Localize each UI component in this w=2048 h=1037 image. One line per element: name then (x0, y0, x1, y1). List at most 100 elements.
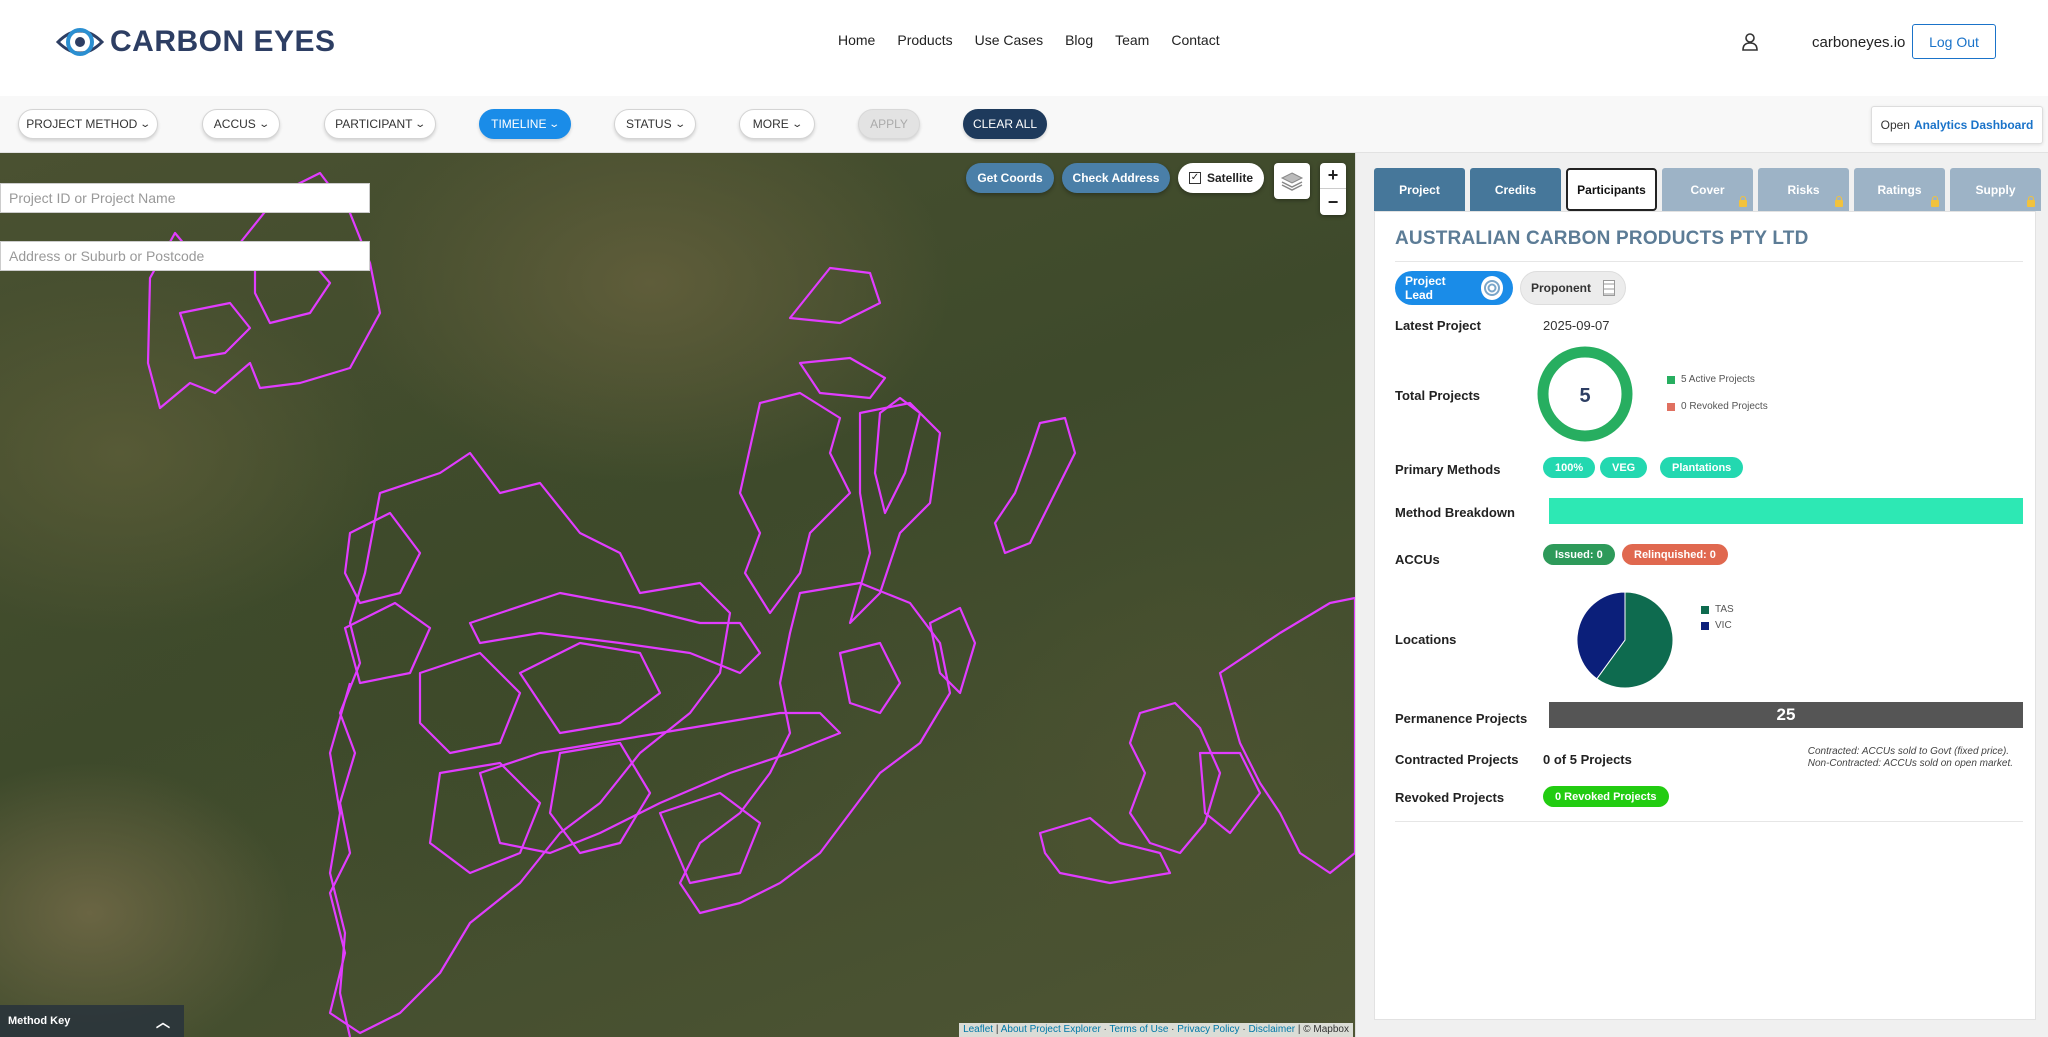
map-attribution: Leaflet | About Project Explorer · Terms… (959, 1023, 1353, 1037)
tab-project[interactable]: Project (1374, 168, 1465, 211)
tab-cover[interactable]: Cover (1662, 168, 1753, 211)
boundary-polygon[interactable] (328, 451, 732, 1035)
lock-icon (2027, 196, 2035, 207)
clear-all-button[interactable]: CLEAR ALL (963, 109, 1047, 139)
project-search-input[interactable]: Project ID or Project Name (0, 183, 370, 213)
get-coords-button[interactable]: Get Coords (966, 163, 1054, 193)
revoked-projects-legend: 0 Revoked Projects (1667, 401, 1768, 412)
boundary-polygon[interactable] (993, 416, 1077, 555)
tab-credits[interactable]: Credits (1470, 168, 1561, 211)
boundary-polygon[interactable] (1038, 816, 1172, 885)
terms-link[interactable]: Terms of Use (1110, 1024, 1169, 1035)
issued-badge: Issued: 0 (1543, 544, 1615, 565)
eye-logo-icon (56, 28, 104, 56)
boundary-polygon[interactable] (468, 591, 762, 675)
boundary-polygon[interactable] (343, 511, 422, 605)
nav-contact[interactable]: Contact (1171, 32, 1219, 48)
check-address-button[interactable]: Check Address (1062, 163, 1170, 193)
layers-button[interactable] (1274, 163, 1310, 199)
boundary-polygon[interactable] (478, 711, 842, 855)
satellite-label: Satellite (1206, 171, 1254, 185)
chevron-down-icon: ⌄ (414, 118, 427, 130)
privacy-link[interactable]: Privacy Policy (1177, 1024, 1239, 1035)
divider (1395, 821, 2023, 822)
proponent-label: Proponent (1531, 281, 1591, 295)
location-name: VIC (1715, 620, 1732, 631)
participant-filter[interactable]: PARTICIPANT ⌄ (324, 109, 436, 139)
tab-label: Supply (1975, 182, 2016, 197)
timeline-label: TIMELINE (491, 117, 547, 131)
donut-total: 5 (1579, 385, 1590, 407)
method-key-label: Method Key (8, 1015, 71, 1027)
boundary-polygon[interactable] (178, 301, 252, 360)
boundary-polygon[interactable] (1128, 701, 1222, 855)
active-projects-legend: 5 Active Projects (1667, 374, 1755, 385)
latest-project-value: 2025-09-07 (1543, 318, 1610, 333)
status-filter[interactable]: STATUS ⌄ (614, 109, 696, 139)
about-link[interactable]: About Project Explorer (1001, 1024, 1101, 1035)
zoom-out-button[interactable]: − (1320, 189, 1346, 215)
boundary-polygon[interactable] (848, 401, 942, 625)
location-legend-tas: TAS (1701, 604, 1734, 615)
tab-risks[interactable]: Risks (1758, 168, 1849, 211)
carbon-eyes-logo[interactable]: CARBON EYES (56, 22, 336, 62)
project-lead-toggle[interactable]: Project Lead (1395, 271, 1513, 305)
site-domain[interactable]: carboneyes.io (1812, 34, 1905, 51)
leaflet-link[interactable]: Leaflet (963, 1024, 993, 1035)
boundary-polygon[interactable] (788, 266, 882, 325)
contracted-note-line: Non-Contracted: ACCUs sold on open marke… (1807, 758, 2013, 769)
tab-supply[interactable]: Supply (1950, 168, 2041, 211)
panel-tabs: Project Credits Participants Cover Risks… (1374, 168, 2046, 211)
nav-use-cases[interactable]: Use Cases (975, 32, 1043, 48)
tab-label: Cover (1690, 182, 1725, 197)
boundary-polygon[interactable] (798, 356, 887, 400)
total-projects-donut: 5 (1537, 346, 1633, 442)
address-search-input[interactable]: Address or Suburb or Postcode (0, 241, 370, 271)
legend-swatch-tas (1701, 605, 1709, 614)
tab-ratings[interactable]: Ratings (1854, 168, 1945, 211)
status-label: STATUS (626, 117, 672, 131)
satellite-map[interactable]: Project ID or Project Name Address or Su… (0, 153, 1355, 1037)
proponent-toggle[interactable]: Proponent (1520, 271, 1626, 305)
nav-products[interactable]: Products (897, 32, 952, 48)
method-key-toggle[interactable]: Method Key ︿ (0, 1005, 184, 1037)
participant-label: PARTICIPANT (335, 117, 413, 131)
boundary-polygon[interactable] (738, 391, 852, 615)
boundary-polygon[interactable] (838, 641, 902, 715)
contracted-value: 0 of 5 Projects (1543, 752, 1632, 767)
boundary-polygon[interactable] (678, 581, 952, 915)
participant-panel: Project Credits Participants Cover Risks… (1355, 153, 2048, 1037)
project-method-label: PROJECT METHOD (26, 117, 138, 131)
boundary-polygon[interactable] (343, 601, 432, 685)
boundary-polygon[interactable] (428, 761, 542, 875)
boundary-polygon[interactable] (418, 651, 522, 755)
analytics-dashboard-link[interactable]: Open Analytics Dashboard (1871, 106, 2043, 144)
boundary-polygon[interactable] (518, 641, 662, 735)
logout-button[interactable]: Log Out (1912, 24, 1996, 59)
nav-team[interactable]: Team (1115, 32, 1149, 48)
nav-home[interactable]: Home (838, 32, 875, 48)
lock-icon (1835, 196, 1843, 207)
user-icon[interactable] (1740, 32, 1760, 52)
boundary-polygon[interactable] (873, 396, 922, 515)
tab-participants[interactable]: Participants (1566, 168, 1657, 211)
disclaimer-link[interactable]: Disclaimer (1248, 1024, 1295, 1035)
active-projects-text: 5 Active Projects (1681, 374, 1755, 385)
nav-blog[interactable]: Blog (1065, 32, 1093, 48)
project-boundaries[interactable] (0, 153, 1355, 1037)
accus-filter[interactable]: ACCUS ⌄ (202, 109, 280, 139)
accus-label: ACCUS (213, 117, 256, 131)
project-method-filter[interactable]: PROJECT METHOD ⌄ (18, 109, 158, 139)
tab-label: Credits (1494, 182, 1537, 197)
apply-button[interactable]: APPLY (858, 109, 920, 139)
timeline-filter[interactable]: TIMELINE ⌄ (479, 109, 571, 139)
boundary-polygon[interactable] (1218, 596, 1355, 875)
boundary-polygon[interactable] (928, 606, 977, 695)
locations-pie (1576, 591, 1674, 689)
zoom-control: + − (1320, 163, 1346, 215)
target-icon (1480, 276, 1503, 300)
satellite-toggle[interactable]: ✓ Satellite (1178, 163, 1264, 193)
zoom-in-button[interactable]: + (1320, 163, 1346, 189)
more-filter[interactable]: MORE ⌄ (739, 109, 815, 139)
relinquished-badge: Relinquished: 0 (1622, 544, 1728, 565)
